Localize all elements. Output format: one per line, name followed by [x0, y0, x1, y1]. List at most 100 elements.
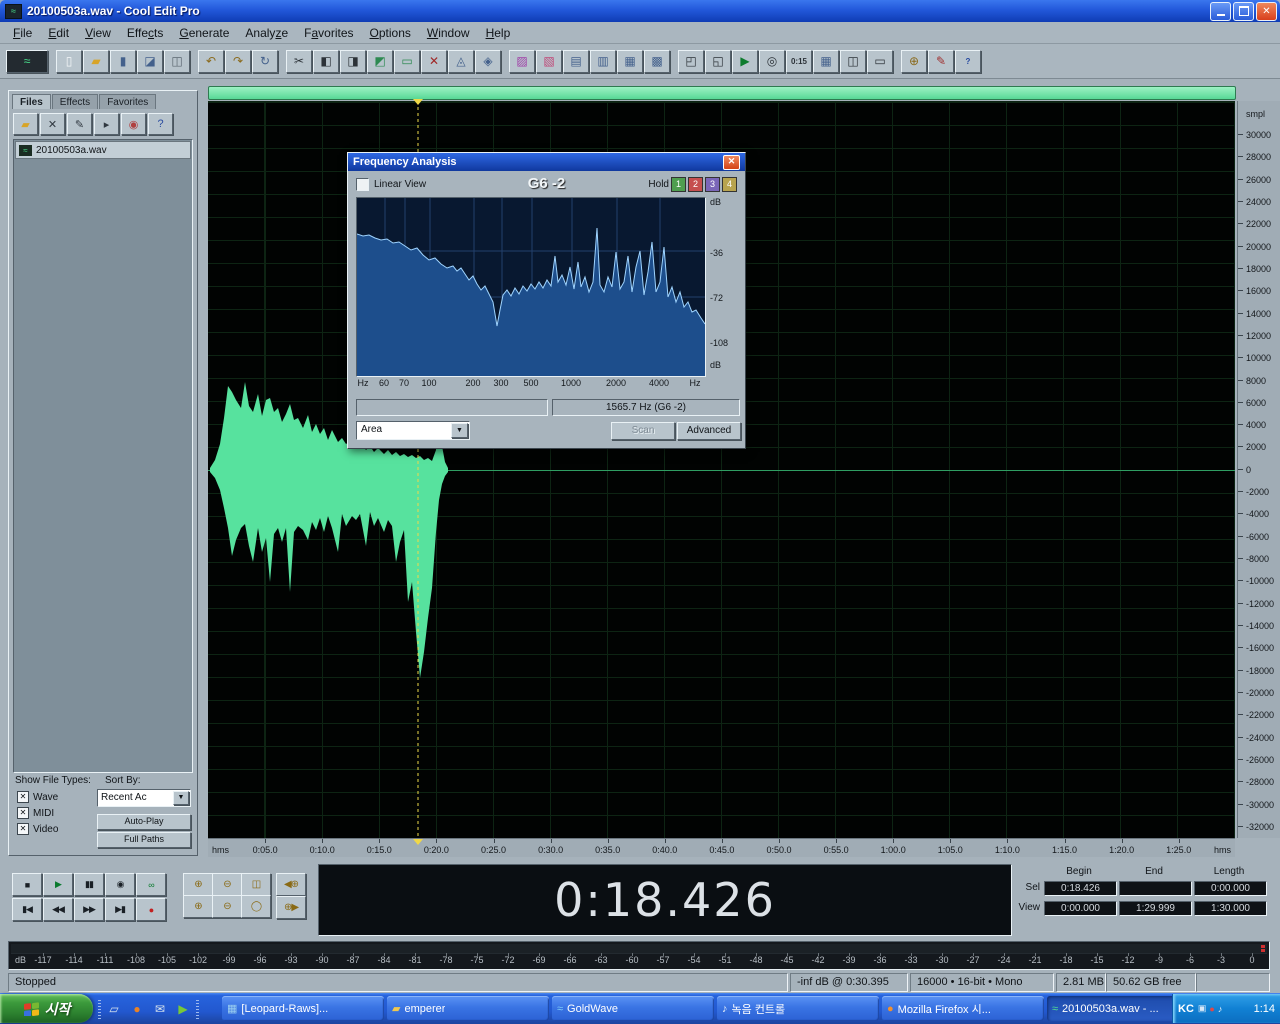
tab-files[interactable]: Files — [12, 94, 51, 109]
taskbar-clock[interactable]: 1:14 — [1254, 1003, 1275, 1015]
task-button[interactable]: ♪녹음 컨트롤 — [717, 996, 879, 1021]
copy-button[interactable]: ◧ — [313, 50, 339, 73]
save-file-button[interactable]: ▮ — [110, 50, 136, 73]
tray-security-icon[interactable]: ● — [1209, 1004, 1214, 1014]
go-to-end-button[interactable]: ▶▮ — [105, 898, 135, 921]
cue-sheet-button[interactable]: ▦ — [813, 50, 839, 73]
file-properties-button[interactable]: ◫ — [164, 50, 190, 73]
scan-button[interactable]: Scan — [611, 422, 675, 440]
play-looped-button[interactable]: ∞ — [136, 873, 166, 896]
hold-button-4[interactable]: 4 — [722, 177, 737, 192]
close-file-icon[interactable]: ✕ — [40, 113, 65, 135]
organizer-window-button[interactable]: ▩ — [644, 50, 670, 73]
playback-cursor-marker-timeline[interactable] — [413, 839, 423, 845]
close-button[interactable]: ✕ — [1256, 2, 1277, 21]
linear-view-option[interactable]: Linear View — [356, 178, 426, 191]
monitor-window-button[interactable]: ▭ — [867, 50, 893, 73]
menu-item-window[interactable]: Window — [419, 24, 478, 42]
dialog-title-bar[interactable]: Frequency Analysis ✕ — [348, 153, 745, 171]
sel-end-value[interactable] — [1119, 881, 1192, 896]
info-window-button[interactable]: ▦ — [617, 50, 643, 73]
zoom-out-vertical-button[interactable]: ⊖ — [212, 895, 242, 918]
go-to-beginning-button[interactable]: ▮◀ — [12, 898, 42, 921]
dialog-close-button[interactable]: ✕ — [723, 155, 740, 170]
view-length-value[interactable]: 1:30.000 — [1194, 901, 1267, 916]
settings-button[interactable]: ⊕ — [901, 50, 927, 73]
sel-length-value[interactable]: 0:00.000 — [1194, 881, 1267, 896]
tab-effects[interactable]: Effects — [52, 94, 98, 109]
file-type-video[interactable]: ✕Video — [17, 823, 58, 835]
quick-launch-handle[interactable] — [98, 999, 101, 1019]
undo-button[interactable]: ↶ — [198, 50, 224, 73]
options-icon[interactable]: ◉ — [121, 113, 146, 135]
menu-item-options[interactable]: Options — [362, 24, 419, 42]
stop-button[interactable]: ■ — [12, 873, 42, 896]
convert-sample-type-button[interactable]: ◬ — [448, 50, 474, 73]
delete-selection-button[interactable]: ✕ — [421, 50, 447, 73]
tray-volume-icon[interactable]: ♪ — [1218, 1004, 1223, 1014]
spectrum-plot[interactable] — [356, 197, 706, 377]
play-button[interactable]: ▶ — [43, 873, 73, 896]
open-file-icon[interactable]: ▰ — [13, 113, 38, 135]
quicklaunch-mail-icon[interactable]: ✉ — [150, 998, 170, 1020]
zoom-out-button[interactable]: ⊖ — [212, 873, 242, 896]
sample-amplitude-ruler[interactable]: smpl 30000280002600024000220002000018000… — [1237, 101, 1280, 838]
task-button[interactable]: ▰emperer — [387, 996, 549, 1021]
start-button[interactable]: 시작 — [0, 994, 93, 1023]
zoom-in-vertical-button[interactable]: ⊕ — [183, 895, 213, 918]
horizontal-zoom-scrollbar[interactable] — [208, 86, 1236, 100]
hold-button-3[interactable]: 3 — [705, 177, 720, 192]
quicklaunch-show-desktop-icon[interactable]: ▱ — [104, 998, 124, 1020]
restore-button[interactable] — [1233, 2, 1254, 21]
spectral-view-button[interactable]: ▨ — [509, 50, 535, 73]
cut-button[interactable]: ✂ — [286, 50, 312, 73]
file-list[interactable]: ≈20100503a.wav — [13, 139, 193, 773]
trim-button[interactable]: ▭ — [394, 50, 420, 73]
zoom-in-button[interactable]: ⊕ — [183, 873, 213, 896]
ime-indicator[interactable]: KC — [1178, 1003, 1194, 1015]
phase-view-button[interactable]: ▧ — [536, 50, 562, 73]
fast-forward-button[interactable]: ▶▶ — [74, 898, 104, 921]
sort-by-dropdown[interactable]: Recent Ac ▼ — [97, 789, 191, 807]
task-button[interactable]: ●Mozilla Firefox 시... — [882, 996, 1044, 1021]
menu-item-help[interactable]: Help — [478, 24, 519, 42]
analysis-mode-dropdown[interactable]: Area ▼ — [356, 421, 470, 440]
tile-windows-button[interactable]: ◱ — [705, 50, 731, 73]
rewind-button[interactable]: ◀◀ — [43, 898, 73, 921]
record-button[interactable]: ● — [136, 898, 166, 921]
paste-button[interactable]: ◨ — [340, 50, 366, 73]
menu-item-view[interactable]: View — [77, 24, 119, 42]
repeat-last-command-button[interactable]: ↻ — [252, 50, 278, 73]
advanced-button[interactable]: Advanced — [677, 422, 741, 440]
hold-button-2[interactable]: 2 — [688, 177, 703, 192]
play-to-end-button[interactable]: ◉ — [105, 873, 135, 896]
view-end-value[interactable]: 1:29.999 — [1119, 901, 1192, 916]
file-list-item[interactable]: ≈20100503a.wav — [15, 141, 191, 159]
zoom-full-button[interactable]: ◯ — [241, 895, 271, 918]
level-meter[interactable]: dB -117-114-111-108-105-102-99-96-93-90-… — [8, 941, 1270, 970]
file-type-wave[interactable]: ✕Wave — [17, 791, 58, 803]
task-button[interactable]: ▦[Leopard-Raws]... — [222, 996, 384, 1021]
save-as-button[interactable]: ◪ — [137, 50, 163, 73]
play-list-button[interactable]: ▥ — [590, 50, 616, 73]
quicklaunch-player-icon[interactable]: ▶ — [173, 998, 193, 1020]
checkbox-wave[interactable]: ✕ — [17, 791, 29, 803]
playback-cursor-marker-top[interactable] — [413, 99, 423, 105]
menu-item-edit[interactable]: Edit — [40, 24, 77, 42]
menu-item-analyze[interactable]: Analyze — [237, 24, 296, 42]
new-file-button[interactable]: ▯ — [56, 50, 82, 73]
title-bar[interactable]: ≈ 20100503a.wav - Cool Edit Pro ✕ — [0, 0, 1280, 22]
timeline-ruler[interactable]: hms hms 0:05.00:10.00:15.00:20.00:25.00:… — [208, 838, 1235, 858]
redo-button[interactable]: ↷ — [225, 50, 251, 73]
quicklaunch-browser-icon[interactable]: ● — [127, 998, 147, 1020]
checkbox-video[interactable]: ✕ — [17, 823, 29, 835]
waveform-multitrack-toggle[interactable]: ≈ — [6, 50, 48, 73]
panel-help-icon[interactable]: ? — [148, 113, 173, 135]
transport-window-button[interactable]: ◫ — [840, 50, 866, 73]
insert-to-multitrack-icon[interactable]: ▸ — [94, 113, 119, 135]
checkbox-midi[interactable]: ✕ — [17, 807, 29, 819]
open-file-button[interactable]: ▰ — [83, 50, 109, 73]
snapshot-button[interactable]: ◈ — [475, 50, 501, 73]
zoom-right-edge-button[interactable]: ⊕▶ — [276, 896, 306, 919]
mix-paste-button[interactable]: ◩ — [367, 50, 393, 73]
